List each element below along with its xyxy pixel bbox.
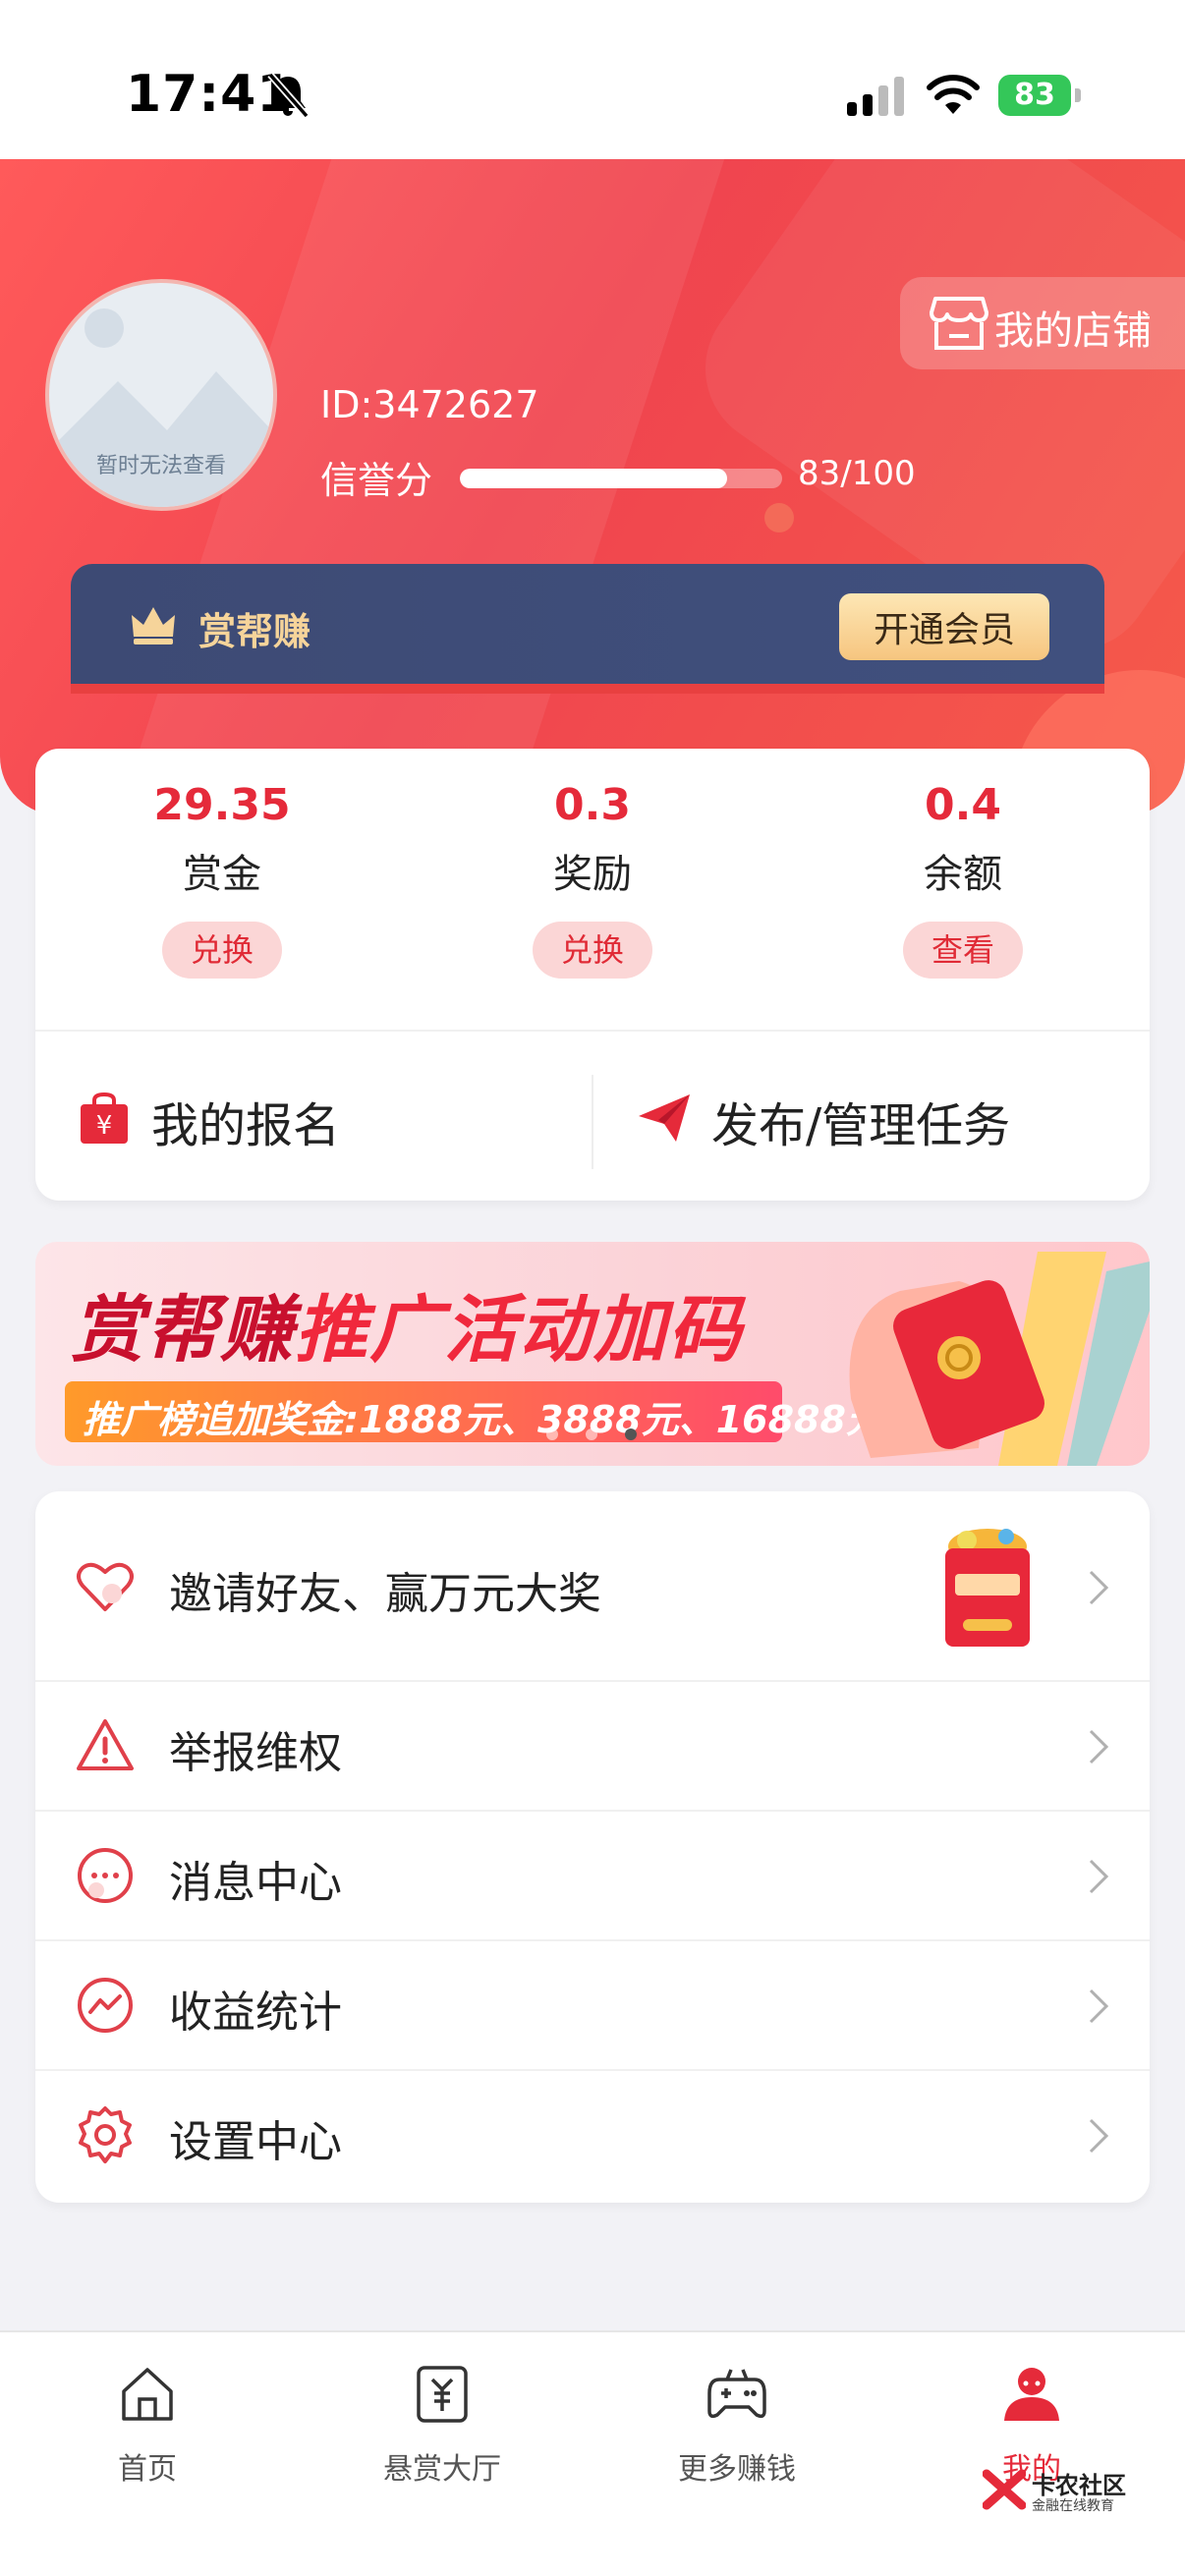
paper-plane-icon	[639, 1094, 690, 1142]
bounty-icon	[417, 2366, 468, 2423]
message-icon	[78, 1848, 133, 1903]
menu-item-earnings-stats[interactable]: 收益统计	[35, 1941, 1150, 2071]
stat-balance: 0.4 余额 查看	[816, 776, 1110, 979]
header-dot	[764, 503, 794, 532]
signal-icon	[847, 77, 904, 116]
pagination-dot-active[interactable]	[625, 1428, 637, 1440]
pagination-dot[interactable]	[546, 1428, 558, 1440]
red-envelope-icon	[945, 1529, 1030, 1647]
menu-label: 设置中心	[169, 2117, 342, 2167]
stat-label: 赏金	[183, 852, 261, 897]
bottom-tab-bar: 首页 悬赏大厅 更多赚钱 我的	[0, 2330, 1185, 2576]
bell-off-icon	[267, 72, 310, 119]
open-membership-button[interactable]: 开通会员	[839, 593, 1049, 660]
watermark: 卡农社区 金融在线教育	[983, 2464, 1169, 2519]
warning-icon	[77, 1719, 134, 1770]
credit-progress-fill	[460, 469, 728, 488]
stat-reward: 0.3 奖励 兑换	[445, 776, 740, 979]
tab-label: 首页	[118, 2452, 177, 2487]
battery-level: 83	[1014, 78, 1055, 112]
shopping-bag-icon: ¥	[81, 1092, 128, 1144]
stat-label: 余额	[924, 852, 1002, 897]
publish-manage-tasks-button[interactable]: 发布/管理任务	[637, 1059, 1128, 1177]
home-icon	[122, 2368, 173, 2421]
menu-item-invite-friends[interactable]: 邀请好友、赢万元大奖	[35, 1491, 1150, 1682]
promo-banner[interactable]: 赏帮赚推广活动加码 推广榜追加奖金:1888元、3888元、16888元	[35, 1242, 1150, 1466]
banner-subtitle-box: 推广榜追加奖金:1888元、3888元、16888元	[65, 1381, 883, 1442]
battery-indicator: 83	[998, 75, 1081, 116]
heart-icon	[77, 1562, 134, 1611]
chevron-right-icon	[1089, 1988, 1109, 2024]
banner-title: 赏帮赚推广活动加码	[71, 1271, 743, 1376]
menu-item-settings[interactable]: 设置中心	[35, 2071, 1150, 2203]
wifi-icon	[927, 75, 980, 114]
chevron-right-icon	[1089, 1859, 1109, 1894]
stat-value: 29.35	[153, 780, 291, 830]
menu-label: 邀请好友、赢万元大奖	[169, 1569, 601, 1619]
stat-value: 0.4	[925, 780, 1001, 830]
vip-bar: 赏帮赚 开通会员	[71, 564, 1104, 694]
battery-cap	[1075, 88, 1081, 102]
menu-item-report[interactable]: 举报维权	[35, 1682, 1150, 1812]
divider	[35, 1030, 1150, 1032]
stats-card: 29.35 赏金 兑换 0.3 奖励 兑换 0.4 余额 查看 ¥ 我的报名 发…	[35, 749, 1150, 1201]
tab-label: 更多赚钱	[678, 2452, 796, 2487]
chart-icon	[78, 1978, 133, 2033]
gamepad-icon	[707, 2369, 766, 2419]
credit-label: 信誉分	[320, 459, 433, 502]
exchange-reward-button[interactable]: 兑换	[533, 922, 652, 979]
watermark-logo-icon	[983, 2469, 1026, 2510]
stat-label: 奖励	[553, 852, 632, 897]
exchange-bounty-button[interactable]: 兑换	[162, 922, 282, 979]
svg-text:¥: ¥	[96, 1111, 113, 1141]
pagination-dot[interactable]	[586, 1428, 597, 1440]
my-store-label: 我的店铺	[994, 308, 1152, 354]
menu-item-message-center[interactable]: 消息中心	[35, 1812, 1150, 1941]
tab-bounty-hall[interactable]: 悬赏大厅	[324, 2354, 560, 2501]
gear-icon	[79, 2106, 132, 2163]
divider	[592, 1075, 593, 1169]
my-registrations-button[interactable]: ¥ 我的报名	[77, 1059, 568, 1177]
vip-title: 赏帮赚	[198, 610, 311, 653]
publish-manage-tasks-label: 发布/管理任务	[711, 1098, 1011, 1153]
stat-bounty: 29.35 赏金 兑换	[75, 776, 369, 979]
avatar-placeholder-text: 暂时无法查看	[95, 454, 226, 478]
tab-label: 悬赏大厅	[383, 2452, 501, 2487]
banner-subtitle: 推广榜追加奖金:1888元、3888元、16888元	[83, 1398, 883, 1441]
chevron-right-icon	[1089, 1729, 1109, 1764]
banner-title-part1: 赏帮赚	[71, 1288, 295, 1372]
avatar[interactable]: 暂时无法查看	[45, 279, 277, 511]
stat-value: 0.3	[554, 780, 631, 830]
user-icon	[1004, 2368, 1059, 2421]
watermark-tagline: 金融在线教育	[1032, 2498, 1114, 2514]
status-bar: 17:41 83	[0, 0, 1185, 159]
red-envelope-hand-icon	[849, 1252, 1150, 1466]
my-store-button[interactable]: 我的店铺	[900, 277, 1185, 369]
chevron-right-icon	[1089, 1570, 1109, 1605]
store-icon	[930, 297, 988, 350]
crown-icon	[132, 607, 175, 644]
menu-list: 邀请好友、赢万元大奖 举报维权 消息中心 收益统计 设置中心	[35, 1491, 1150, 2203]
credit-progress-bar	[460, 469, 782, 488]
view-balance-button[interactable]: 查看	[903, 922, 1023, 979]
credit-value: 83/100	[798, 454, 916, 493]
menu-label: 举报维权	[169, 1728, 342, 1778]
tab-home[interactable]: 首页	[29, 2354, 265, 2501]
chevron-right-icon	[1089, 2118, 1109, 2154]
menu-label: 收益统计	[169, 1988, 342, 2038]
menu-label: 消息中心	[169, 1858, 342, 1908]
banner-pagination	[546, 1423, 664, 1446]
tab-more-earning[interactable]: 更多赚钱	[619, 2354, 855, 2501]
my-registrations-label: 我的报名	[151, 1098, 341, 1153]
user-id: ID:3472627	[320, 383, 539, 426]
banner-title-part2: 推广活动加码	[295, 1288, 743, 1372]
